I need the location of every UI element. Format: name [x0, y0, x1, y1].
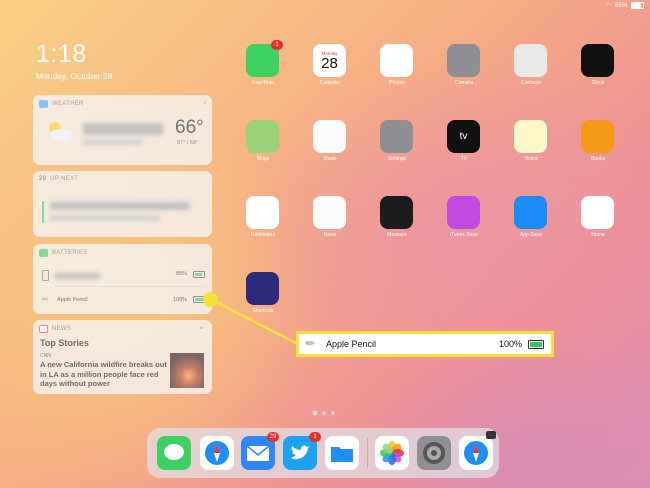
callout-label: Apple Pencil: [326, 339, 377, 349]
callout-pencil-icon: ✎: [303, 336, 319, 352]
ipad-home-screen: ◠ 85% 1:18 Monday, October 28 WEATHER › …: [0, 0, 650, 488]
callout-dot: [203, 292, 218, 307]
callout-battery-icon: [528, 340, 544, 349]
apple-pencil-callout: ✎ Apple Pencil 100%: [296, 331, 554, 357]
callout-connector: [211, 298, 301, 347]
callout-pct: 100%: [499, 339, 523, 349]
